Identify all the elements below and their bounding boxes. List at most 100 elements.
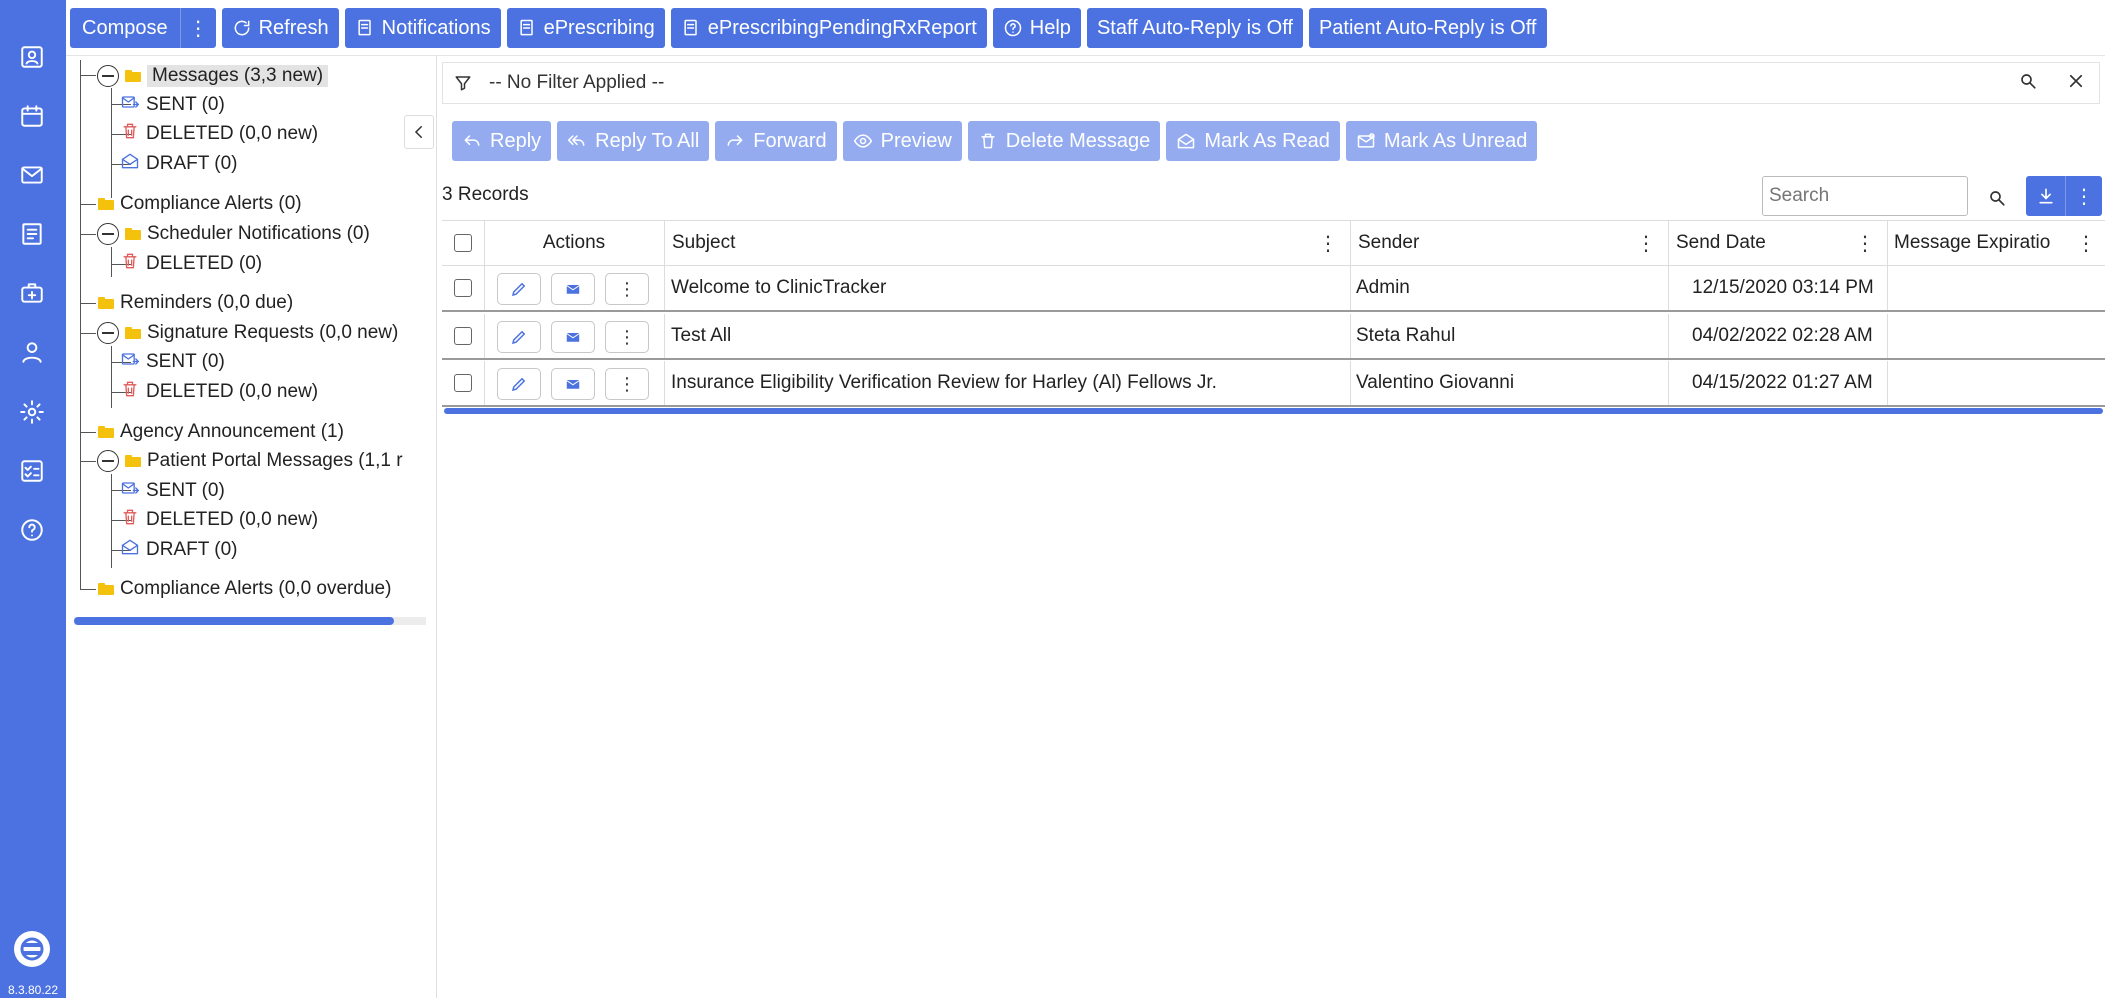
table-row[interactable]: ⋮ Insurance Eligibility Verification Rev… — [442, 361, 2105, 407]
tree-compliance-overdue[interactable]: Compliance Alerts (0,0 overdue) — [98, 575, 391, 603]
help-button[interactable]: Help — [992, 8, 1081, 48]
row-checkbox[interactable] — [454, 374, 472, 392]
move-button[interactable] — [551, 368, 595, 400]
compose-button[interactable]: Compose — [70, 8, 180, 48]
tree-scrollbar[interactable] — [74, 617, 426, 625]
row-sender: Valentino Giovanni — [1356, 372, 1515, 393]
download-icon — [2038, 188, 2053, 204]
tree-messages-draft-label: DRAFT (0) — [146, 153, 238, 174]
filter-text[interactable]: -- No Filter Applied -- — [489, 72, 2019, 94]
eprescribing-button[interactable]: ePrescribing — [506, 8, 665, 48]
row-send-date: 12/15/2020 03:14 PM — [1692, 277, 1874, 298]
filter-icon[interactable] — [443, 74, 483, 92]
forward-button[interactable]: Forward — [715, 121, 837, 161]
download-button[interactable] — [2026, 176, 2066, 216]
help-icon[interactable] — [17, 515, 47, 545]
column-menu-icon[interactable]: ⋮ — [1636, 221, 1656, 265]
search-icon[interactable] — [2019, 72, 2037, 95]
reply-button[interactable]: Reply — [452, 121, 552, 161]
staff-auto-reply-button[interactable]: Staff Auto-Reply is Off — [1086, 8, 1303, 48]
checklist-icon[interactable] — [17, 456, 47, 486]
preview-button[interactable]: Preview — [842, 121, 962, 161]
export-more-icon[interactable]: ⋮ — [2066, 176, 2102, 216]
row-more-icon[interactable]: ⋮ — [605, 368, 649, 400]
row-more-icon[interactable]: ⋮ — [605, 321, 649, 353]
draft-mail-icon — [120, 537, 140, 563]
tree-portal[interactable]: Patient Portal Messages (1,1 r — [97, 447, 403, 475]
collapse-panel-button[interactable] — [404, 115, 434, 149]
row-checkbox[interactable] — [454, 279, 472, 297]
table-row[interactable]: ⋮ Test All Steta Rahul 04/02/2022 02:28 … — [442, 314, 2105, 360]
dashboard-icon[interactable] — [17, 42, 47, 72]
compose-more-icon[interactable]: ⋮ — [179, 8, 216, 48]
eprescribing-pending-button[interactable]: ePrescribingPendingRxReport — [670, 8, 987, 48]
grid-scrollbar[interactable] — [444, 408, 2103, 414]
tree-scheduler-deleted[interactable]: DELETED (0) — [120, 250, 262, 278]
eprescribing-pending-label: ePrescribingPendingRxReport — [707, 16, 977, 39]
close-icon[interactable] — [2067, 72, 2085, 95]
move-button[interactable] — [551, 321, 595, 353]
header-sender[interactable]: Sender — [1358, 221, 1618, 265]
calendar-icon[interactable] — [17, 101, 47, 131]
document-icon — [684, 19, 697, 36]
tree-agency[interactable]: Agency Announcement (1) — [98, 418, 344, 446]
header-subject[interactable]: Subject — [672, 221, 1172, 265]
column-menu-icon[interactable]: ⋮ — [2076, 221, 2096, 265]
column-menu-icon[interactable]: ⋮ — [1855, 221, 1875, 265]
mark-as-unread-label: Mark As Unread — [1383, 129, 1528, 152]
move-button[interactable] — [551, 273, 595, 305]
header-send-date[interactable]: Send Date — [1676, 221, 1836, 265]
tree-signature-deleted[interactable]: DELETED (0,0 new) — [120, 378, 318, 406]
patient-auto-reply-button[interactable]: Patient Auto-Reply is Off — [1308, 8, 1547, 48]
tree-reminders[interactable]: Reminders (0,0 due) — [98, 289, 293, 317]
chevron-left-icon — [414, 126, 422, 138]
mail-icon[interactable] — [17, 160, 47, 190]
filter-bar: -- No Filter Applied -- — [442, 62, 2100, 104]
row-checkbox[interactable] — [454, 327, 472, 345]
tree-scheduler[interactable]: Scheduler Notifications (0) — [97, 220, 370, 248]
tree-signature-sent[interactable]: SENT (0) — [120, 348, 225, 376]
person-icon[interactable] — [17, 337, 47, 367]
sent-mail-icon — [120, 478, 140, 504]
tree-portal-draft[interactable]: DRAFT (0) — [120, 536, 237, 564]
settings-icon[interactable] — [17, 397, 47, 427]
medical-kit-icon[interactable] — [17, 278, 47, 308]
tree-compliance-alerts[interactable]: Compliance Alerts (0) — [98, 190, 302, 218]
tree-messages-draft[interactable]: DRAFT (0) — [120, 150, 237, 178]
tree-portal-deleted[interactable]: DELETED (0,0 new) — [120, 506, 318, 534]
compose-button-group: Compose ⋮ — [70, 8, 216, 48]
collapse-toggle-icon[interactable] — [97, 450, 119, 472]
tree-messages-deleted[interactable]: DELETED (0,0 new) — [120, 120, 318, 148]
edit-button[interactable] — [497, 368, 541, 400]
collapse-toggle-icon[interactable] — [97, 223, 119, 245]
clipboard-icon[interactable] — [17, 219, 47, 249]
edit-button[interactable] — [497, 321, 541, 353]
search-button[interactable] — [1982, 183, 2012, 213]
tree-signature-label: Signature Requests (0,0 new) — [147, 322, 399, 343]
panel-divider[interactable] — [436, 56, 437, 998]
notifications-button[interactable]: Notifications — [344, 8, 501, 48]
reply-all-button[interactable]: Reply To All — [557, 121, 710, 161]
delete-message-button[interactable]: Delete Message — [967, 121, 1161, 161]
row-more-icon[interactable]: ⋮ — [605, 273, 649, 305]
pencil-icon — [511, 282, 526, 297]
search-icon — [1990, 191, 2005, 206]
tree-portal-sent[interactable]: SENT (0) — [120, 477, 225, 505]
column-menu-icon[interactable]: ⋮ — [1318, 221, 1338, 265]
tree-messages-sent[interactable]: SENT (0) — [120, 91, 225, 119]
notifications-label: Notifications — [381, 16, 491, 39]
tree-signature[interactable]: Signature Requests (0,0 new) — [97, 319, 398, 347]
collapse-toggle-icon[interactable] — [97, 65, 119, 87]
tree-messages[interactable]: Messages (3,3 new) — [97, 62, 329, 90]
grid-header: Actions Subject ⋮ Sender ⋮ Send Date ⋮ M… — [442, 220, 2105, 266]
tree-agency-label: Agency Announcement (1) — [120, 421, 344, 442]
select-all-checkbox[interactable] — [454, 234, 472, 252]
header-expiration[interactable]: Message Expiratio — [1894, 221, 2076, 265]
mark-as-unread-button[interactable]: Mark As Unread — [1345, 121, 1538, 161]
mark-as-read-button[interactable]: Mark As Read — [1166, 121, 1340, 161]
table-row[interactable]: ⋮ Welcome to ClinicTracker Admin 12/15/2… — [442, 266, 2105, 312]
edit-button[interactable] — [497, 273, 541, 305]
search-input[interactable] — [1762, 176, 1968, 216]
refresh-button[interactable]: Refresh — [221, 8, 339, 48]
collapse-toggle-icon[interactable] — [97, 322, 119, 344]
